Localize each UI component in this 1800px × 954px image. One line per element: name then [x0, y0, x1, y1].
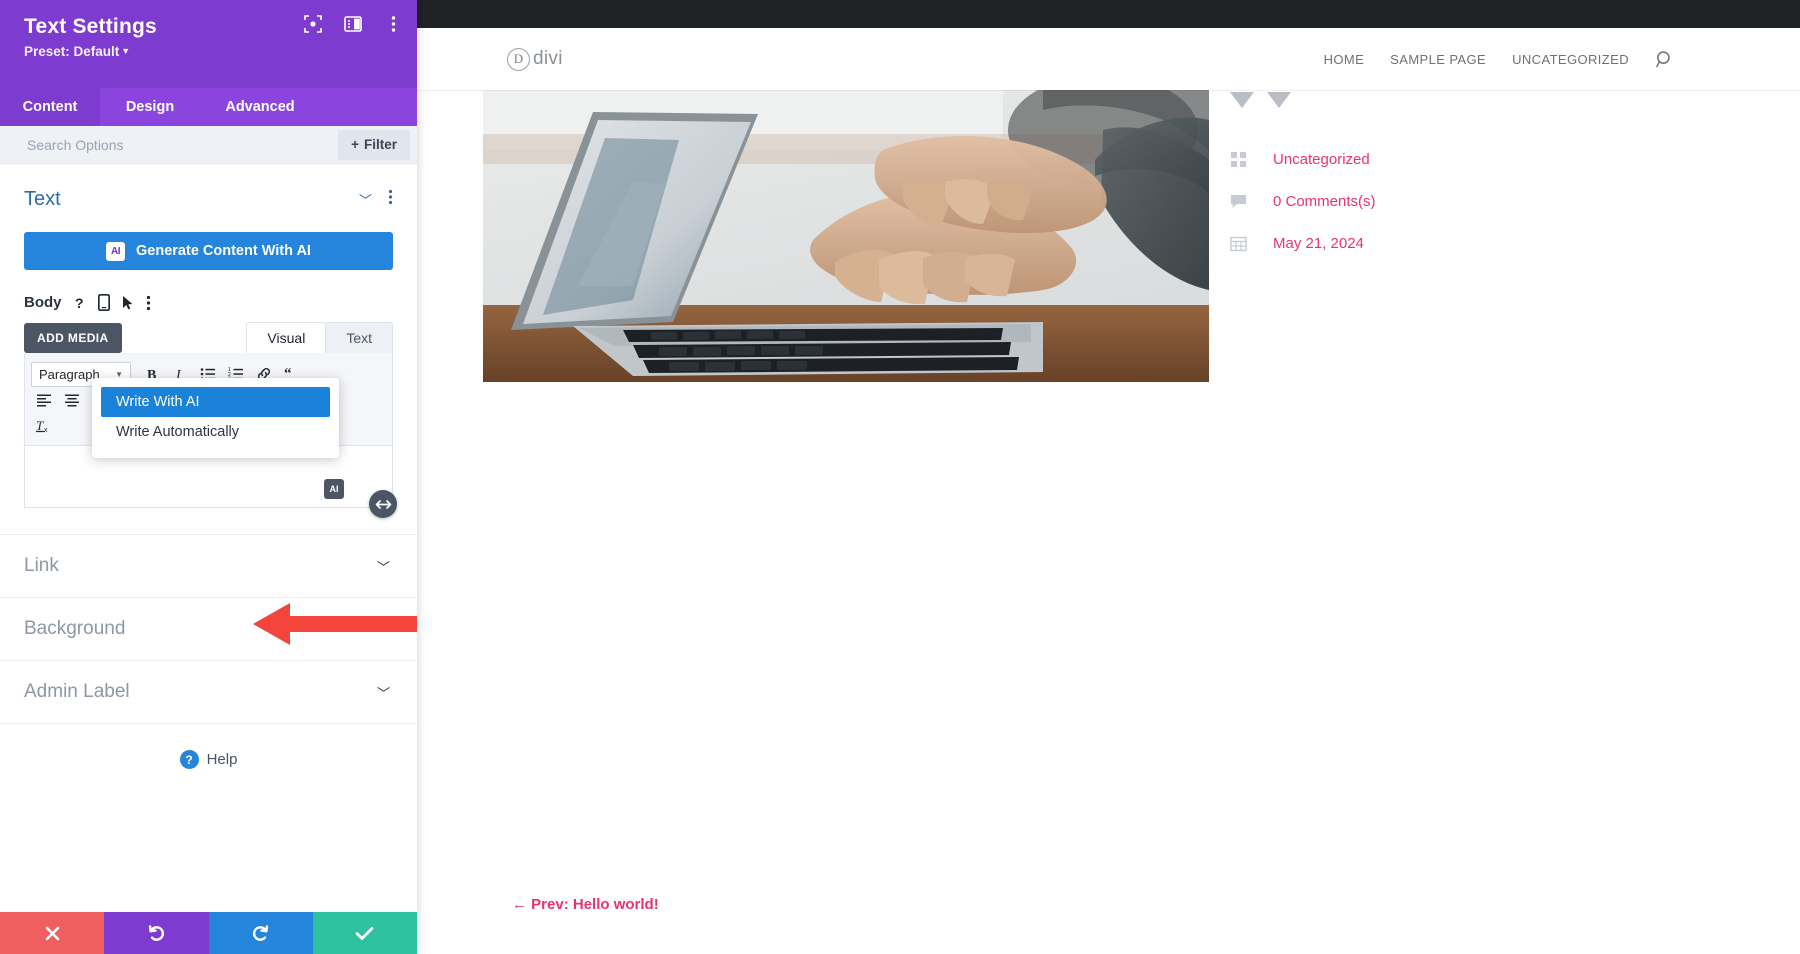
section-link[interactable]: Link ﹀ — [0, 534, 417, 597]
help-question-icon: ? — [179, 750, 199, 769]
editor-tab-visual[interactable]: Visual — [246, 322, 327, 353]
dropdown-item-write-with-ai[interactable]: Write With AI — [101, 387, 330, 417]
section-background-label: Background — [24, 618, 126, 639]
section-link-label: Link — [24, 555, 59, 576]
close-icon — [45, 926, 59, 940]
filter-button[interactable]: + Filter — [338, 129, 410, 160]
help-question-icon[interactable]: ? — [74, 295, 86, 311]
chevron-down-icon: ▼ — [121, 46, 131, 57]
inline-ai-badge-icon[interactable]: AI — [324, 479, 344, 499]
post-meta: Uncategorized 0 Comments(s) May 21, 2024 — [1228, 138, 1376, 264]
module-drag-arrows — [1230, 92, 1291, 108]
text-section: Text ﹀ AI Generate Content With AI Body — [0, 164, 417, 518]
nav-item-uncategorized[interactable]: UNCATEGORIZED — [1512, 52, 1629, 67]
meta-row-category: Uncategorized — [1228, 138, 1376, 180]
nav-item-home[interactable]: HOME — [1324, 52, 1365, 67]
section-title: Text — [24, 188, 61, 210]
undo-icon — [148, 925, 164, 941]
body-field-label-row: Body ? — [24, 294, 393, 311]
triangle-down-icon — [1267, 92, 1291, 108]
dropdown-item-write-automatically[interactable]: Write Automatically — [92, 417, 339, 447]
site-header: D divi HOME SAMPLE PAGE UNCATEGORIZED — [417, 28, 1800, 90]
layout-columns-icon[interactable] — [343, 14, 363, 34]
help-label: Help — [206, 751, 238, 768]
section-admin-label[interactable]: Admin Label ﹀ — [0, 660, 417, 723]
nav-item-sample-page[interactable]: SAMPLE PAGE — [1390, 52, 1486, 67]
prev-post-link[interactable]: ← Prev: Hello world! — [512, 896, 659, 913]
section-background[interactable]: Background ﹀ — [0, 597, 417, 660]
tab-advanced[interactable]: Advanced — [200, 88, 320, 126]
calendar-icon — [1228, 235, 1249, 252]
hover-cursor-icon[interactable] — [122, 295, 134, 311]
section-kebab-menu-icon[interactable] — [388, 189, 393, 210]
comment-bubble-icon — [1228, 193, 1249, 210]
category-grid-icon — [1228, 151, 1249, 168]
redo-icon — [253, 925, 269, 941]
body-label: Body — [24, 294, 62, 311]
post-featured-image — [483, 90, 1209, 382]
svg-text:?: ? — [75, 295, 84, 311]
add-media-button[interactable]: ADD MEDIA — [24, 323, 122, 353]
panel-header: Text Settings Preset: Default ▼ — [0, 0, 417, 88]
panel-preset-selector[interactable]: Preset: Default ▼ — [24, 44, 397, 59]
search-icon[interactable] — [1655, 50, 1674, 69]
meta-comments-label[interactable]: 0 Comments(s) — [1273, 193, 1376, 210]
align-center-icon[interactable] — [59, 387, 85, 413]
section-admin-label-label: Admin Label — [24, 681, 130, 702]
format-select-value: Paragraph — [39, 366, 100, 382]
site-logo[interactable]: D divi — [507, 47, 563, 71]
search-input[interactable] — [0, 136, 339, 153]
chevron-up-icon[interactable]: ﹀ — [359, 190, 372, 209]
search-options-bar: + Filter — [0, 126, 417, 164]
undo-button[interactable] — [104, 912, 209, 954]
meta-category-label[interactable]: Uncategorized — [1273, 151, 1370, 168]
panel-preset-label: Preset: Default — [24, 44, 120, 60]
svg-text:T: T — [36, 418, 44, 433]
triangle-down-icon — [1230, 92, 1254, 108]
responsive-phone-icon[interactable] — [97, 294, 110, 311]
ai-dropdown-menu: Write With AI Write Automatically — [92, 378, 339, 458]
filter-button-label: Filter — [363, 137, 397, 152]
meta-row-comments: 0 Comments(s) — [1228, 180, 1376, 222]
logo-wordmark: divi — [533, 48, 563, 69]
focus-frame-icon[interactable] — [303, 14, 323, 34]
meta-date-label[interactable]: May 21, 2024 — [1273, 235, 1364, 252]
tab-content[interactable]: Content — [0, 88, 100, 126]
body-kebab-menu-icon[interactable] — [146, 295, 151, 311]
chevron-down-icon: ﹀ — [376, 559, 390, 575]
cancel-button[interactable] — [0, 912, 105, 954]
svg-text:x: x — [44, 427, 48, 434]
text-settings-panel: Text Settings Preset: Default ▼ Content D… — [0, 0, 417, 954]
redo-button[interactable] — [208, 912, 313, 954]
logo-mark-icon: D — [507, 47, 530, 71]
site-preview: D divi HOME SAMPLE PAGE UNCATEGORIZED Un… — [417, 0, 1800, 954]
meta-row-date: May 21, 2024 — [1228, 222, 1376, 264]
save-button[interactable] — [312, 912, 417, 954]
editor-resize-handle[interactable] — [369, 490, 397, 518]
plus-icon: + — [351, 137, 359, 152]
check-icon — [356, 926, 374, 940]
generate-content-label: Generate Content With AI — [136, 243, 311, 259]
primary-nav: HOME SAMPLE PAGE UNCATEGORIZED — [1324, 50, 1800, 69]
tab-design[interactable]: Design — [100, 88, 200, 126]
editor-tab-text[interactable]: Text — [325, 322, 393, 353]
panel-body: Text ﹀ AI Generate Content With AI Body — [0, 164, 417, 912]
kebab-menu-icon[interactable] — [383, 14, 403, 34]
text-section-header: Text ﹀ — [24, 188, 393, 211]
panel-tabs: Content Design Advanced — [0, 88, 417, 126]
wysiwyg-editor: ADD MEDIA Visual Text Paragraph ▼ B I 1 … — [24, 321, 397, 518]
chevron-down-icon: ﹀ — [376, 685, 390, 701]
align-left-icon[interactable] — [31, 387, 57, 413]
ai-badge-icon: AI — [106, 241, 126, 261]
help-link[interactable]: ? Help — [0, 723, 417, 769]
chevron-down-icon: ﹀ — [376, 622, 390, 638]
browser-top-bar — [417, 0, 1800, 28]
post-content: Uncategorized 0 Comments(s) May 21, 2024… — [417, 90, 1800, 954]
panel-header-icons — [303, 14, 403, 34]
clear-formatting-icon[interactable]: Tx — [31, 413, 57, 439]
collapsed-sections: Link ﹀ Background ﹀ Admin Label ﹀ — [0, 534, 417, 723]
panel-footer — [0, 912, 417, 954]
generate-content-with-ai-button[interactable]: AI Generate Content With AI — [24, 232, 393, 270]
